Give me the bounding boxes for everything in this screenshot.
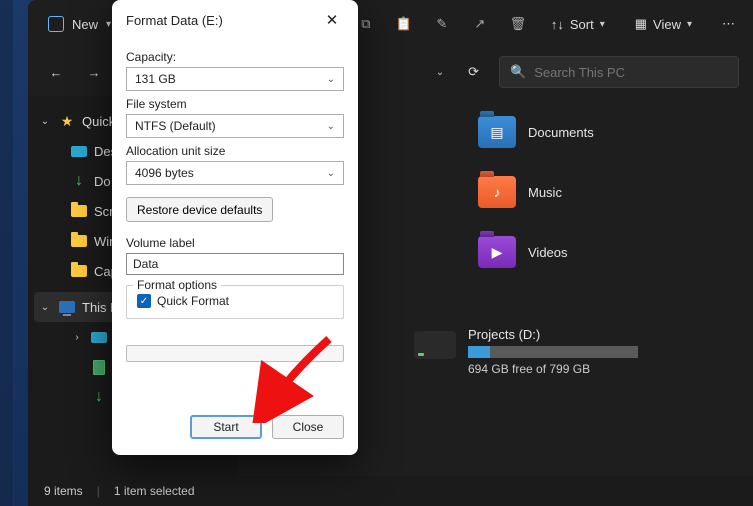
chevron-down-icon: ⌄ <box>327 74 335 85</box>
view-icon: ▦ <box>635 16 647 32</box>
restore-defaults-button[interactable]: Restore device defaults <box>126 197 273 222</box>
dialog-titlebar[interactable]: Format Data (E:) ✕ <box>112 0 358 40</box>
chevron-down-icon: ⌄ <box>327 168 335 179</box>
filesystem-label: File system <box>126 97 344 111</box>
documents-icon: ▤ <box>478 116 516 148</box>
copy-icon[interactable]: ⧉ <box>357 15 375 33</box>
folder-icon <box>71 235 87 247</box>
chevron-down-icon: ▾ <box>687 19 692 30</box>
download-icon: ↓ <box>90 388 108 406</box>
new-label: New <box>72 17 98 32</box>
folder-icon <box>71 205 87 217</box>
pc-icon <box>59 301 75 313</box>
capacity-label: Capacity: <box>126 50 344 64</box>
star-icon: ★ <box>58 112 76 130</box>
drive-d[interactable]: Projects (D:) 694 GB free of 799 GB <box>414 327 674 376</box>
desktop-icon <box>71 146 87 157</box>
chevron-down-icon[interactable]: ⌄ <box>38 302 52 313</box>
desktop-icon <box>91 332 107 343</box>
chevron-down-icon: ⌄ <box>327 121 335 132</box>
start-button[interactable]: Start <box>190 415 262 439</box>
format-dialog: Format Data (E:) ✕ Capacity: 131 GB⌄ Fil… <box>112 0 358 455</box>
search-input[interactable] <box>534 65 728 80</box>
view-button[interactable]: ▦ View ▾ <box>627 12 700 36</box>
capacity-select[interactable]: 131 GB⌄ <box>126 67 344 91</box>
drive-usage-bar <box>468 346 490 358</box>
volume-label-label: Volume label <box>126 236 344 250</box>
more-button[interactable]: ⋯ <box>714 12 743 36</box>
new-button[interactable]: New ▾ <box>38 10 121 38</box>
search-icon: 🔍 <box>510 64 526 80</box>
forward-button[interactable]: → <box>80 58 108 86</box>
format-options-group: Format options ✓ Quick Format <box>126 285 344 319</box>
dialog-title: Format Data (E:) <box>126 13 223 28</box>
delete-icon[interactable]: 🗑 <box>509 15 527 33</box>
search-box[interactable]: 🔍 <box>499 56 739 88</box>
music-icon: ♪ <box>478 176 516 208</box>
new-icon <box>48 16 64 32</box>
desktop-taskbar-edge <box>0 0 14 506</box>
allocation-label: Allocation unit size <box>126 144 344 158</box>
drive-icon <box>414 331 456 359</box>
quick-format-checkbox[interactable]: ✓ Quick Format <box>137 294 333 308</box>
status-selected-count: 1 item selected <box>114 484 195 498</box>
rename-icon[interactable]: ✎ <box>433 15 451 33</box>
chevron-down-icon: ▾ <box>106 19 111 30</box>
address-chevron-icon[interactable]: ⌄ <box>436 67 444 78</box>
document-icon <box>93 360 105 375</box>
back-button[interactable]: ← <box>42 58 70 86</box>
allocation-select[interactable]: 4096 bytes⌄ <box>126 161 344 185</box>
folder-icon <box>71 265 87 277</box>
chevron-down-icon[interactable]: ⌄ <box>38 116 52 127</box>
sidebar-label: Quick <box>82 114 115 129</box>
share-icon[interactable]: ↗ <box>471 15 489 33</box>
close-button[interactable]: Close <box>272 415 344 439</box>
filesystem-select[interactable]: NTFS (Default)⌄ <box>126 114 344 138</box>
chevron-down-icon: ▾ <box>600 19 605 30</box>
close-icon[interactable]: ✕ <box>320 8 344 32</box>
sort-label: Sort <box>570 17 594 32</box>
library-documents[interactable]: ▤ Documents <box>478 116 594 148</box>
sort-button[interactable]: ↑↓ Sort ▾ <box>543 13 613 36</box>
sort-icon: ↑↓ <box>551 17 564 32</box>
library-videos[interactable]: ▶ Videos <box>478 236 594 268</box>
refresh-button[interactable]: ⟳ <box>468 64 479 80</box>
view-label: View <box>653 17 681 32</box>
format-progress-bar <box>126 345 344 362</box>
status-bar: 9 items | 1 item selected <box>28 476 753 506</box>
videos-icon: ▶ <box>478 236 516 268</box>
status-item-count: 9 items <box>44 484 83 498</box>
library-music[interactable]: ♪ Music <box>478 176 594 208</box>
checkbox-checked-icon: ✓ <box>137 294 151 308</box>
paste-icon[interactable]: 📋 <box>395 15 413 33</box>
volume-label-input[interactable]: Data <box>126 253 344 275</box>
chevron-right-icon[interactable]: › <box>70 332 84 343</box>
download-icon: ↓ <box>70 172 88 190</box>
